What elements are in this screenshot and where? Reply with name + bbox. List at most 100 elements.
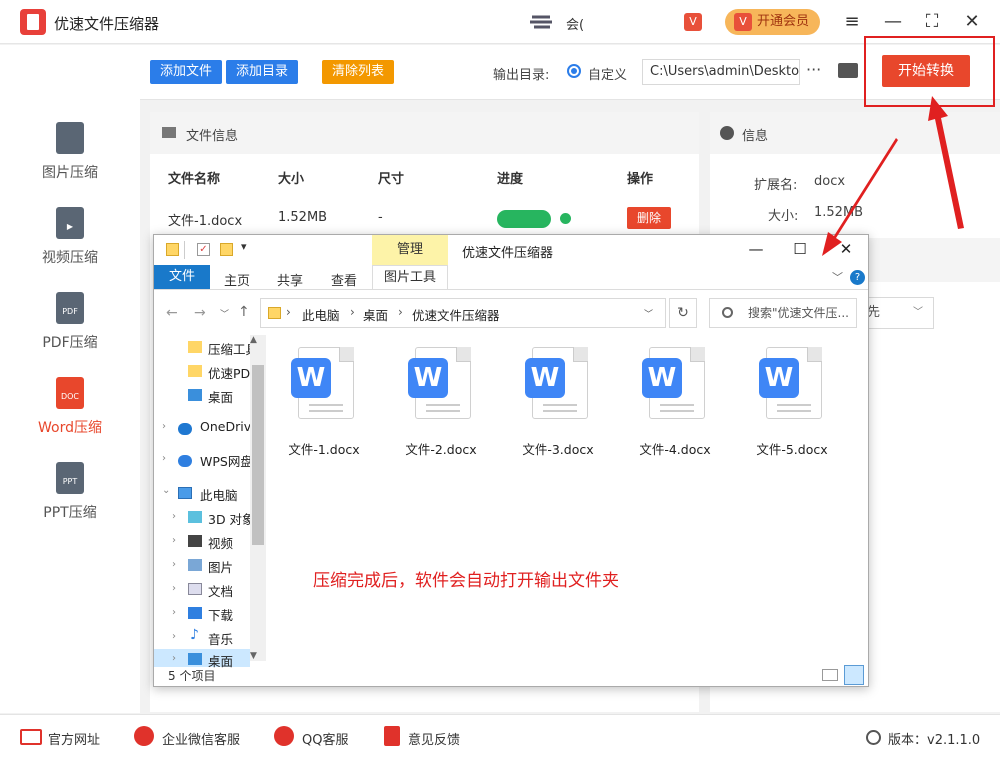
wps-word-icon: W <box>408 358 448 398</box>
size-value: 1.52MB <box>814 205 864 220</box>
scroll-down-icon[interactable]: ▼ <box>250 651 257 661</box>
refresh-icon[interactable] <box>866 730 881 745</box>
more-icon[interactable]: ··· <box>806 60 821 79</box>
website-icon <box>20 729 42 745</box>
wechat-service-link[interactable]: 企业微信客服 <box>162 729 240 748</box>
tree-item[interactable]: 桌面 <box>208 387 233 406</box>
user-avatar-icon[interactable] <box>528 12 558 32</box>
maximize-icon[interactable]: ☐ <box>788 239 812 259</box>
qq-service-link[interactable]: QQ客服 <box>302 729 348 748</box>
tree-item[interactable]: 音乐 <box>208 629 233 648</box>
chevron-down-icon[interactable]: ⌄ <box>162 485 170 496</box>
forward-arrow-icon[interactable]: → <box>194 305 206 321</box>
chevron-right-icon: › <box>286 305 291 319</box>
tree-item[interactable]: OneDrive <box>200 419 250 434</box>
minimize-icon[interactable]: — <box>744 239 768 259</box>
clear-list-button[interactable]: 清除列表 <box>322 60 394 84</box>
ribbon-tab-share[interactable]: 共享 <box>277 270 303 289</box>
chevron-right-icon[interactable]: › <box>172 607 176 618</box>
tree-item[interactable]: 文档 <box>208 581 233 600</box>
menu-icon[interactable]: ≡ <box>840 10 864 34</box>
chevron-down-icon[interactable]: ﹀ <box>832 269 843 285</box>
file-item[interactable]: W 文件-4.docx <box>619 347 731 457</box>
scrollbar-thumb[interactable] <box>252 365 264 545</box>
tree-item[interactable]: 优速PD <box>208 363 250 382</box>
sidebar-item-word[interactable]: DOC Word压缩 <box>0 377 140 457</box>
chevron-right-icon[interactable]: › <box>172 559 176 570</box>
properties-icon[interactable]: ✓ <box>197 243 210 256</box>
customize-dropdown-icon[interactable]: ▾ <box>241 240 247 253</box>
tree-item[interactable]: 图片 <box>208 557 233 576</box>
website-link[interactable]: 官方网址 <box>48 729 100 748</box>
chevron-right-icon[interactable]: › <box>172 583 176 594</box>
file-item[interactable]: W 文件-2.docx <box>385 347 497 457</box>
folder-icon[interactable] <box>166 243 179 256</box>
close-icon[interactable]: ✕ <box>960 10 984 34</box>
ribbon-tab-view[interactable]: 查看 <box>331 270 357 289</box>
column-header-name: 文件名称 <box>168 172 221 187</box>
custom-radio-label[interactable]: 自定义 <box>588 64 627 83</box>
file-item[interactable]: W 文件-5.docx <box>736 347 848 457</box>
chevron-right-icon: › <box>350 305 355 319</box>
up-arrow-icon[interactable]: ↑ <box>238 304 250 320</box>
tree-item[interactable]: 视频 <box>208 533 233 552</box>
user-name[interactable]: 会( <box>566 14 584 33</box>
breadcrumb-item[interactable]: 桌面 <box>363 305 388 324</box>
details-view-icon[interactable] <box>822 669 838 681</box>
explorer-title: 优速文件压缩器 <box>462 246 554 261</box>
breadcrumb-item[interactable]: 优速文件压缩器 <box>412 305 500 324</box>
back-arrow-icon[interactable]: ← <box>166 305 178 321</box>
scroll-up-icon[interactable]: ▲ <box>250 335 257 345</box>
new-folder-icon[interactable] <box>220 243 233 256</box>
address-dropdown-icon[interactable]: ﹀ <box>644 307 653 320</box>
sidebar-item-image[interactable]: 图片压缩 <box>0 122 140 202</box>
sidebar-item-pdf[interactable]: PDF PDF压缩 <box>0 292 140 372</box>
doc-lines <box>426 404 460 406</box>
sidebar-item-video[interactable]: ▶ 视频压缩 <box>0 207 140 287</box>
chevron-right-icon[interactable]: › <box>172 535 176 546</box>
add-directory-button[interactable]: 添加目录 <box>226 60 298 84</box>
chevron-right-icon[interactable]: › <box>162 421 166 432</box>
file-item[interactable]: W 文件-1.docx <box>268 347 380 457</box>
open-folder-icon[interactable] <box>838 63 858 78</box>
chevron-right-icon[interactable]: › <box>162 453 166 464</box>
large-icons-view-icon[interactable] <box>844 665 864 685</box>
version-label: 版本：v2.1.1.0 <box>888 733 981 748</box>
delete-button[interactable]: 删除 <box>627 207 671 229</box>
chevron-right-icon[interactable]: › <box>172 653 176 664</box>
app-logo-icon <box>20 9 46 35</box>
chevron-right-icon[interactable]: › <box>172 511 176 522</box>
tree-item[interactable]: WPS网盘 <box>200 451 250 470</box>
feedback-link[interactable]: 意见反馈 <box>408 729 460 748</box>
tree-item[interactable]: 压缩工具 <box>208 339 250 358</box>
file-item[interactable]: W 文件-3.docx <box>502 347 614 457</box>
close-icon[interactable]: ✕ <box>834 239 858 259</box>
explorer-window: ✓ ▾ 管理 优速文件压缩器 — ☐ ✕ 文件 主页 共享 查看 图片工具 ﹀ … <box>153 234 869 687</box>
separator <box>184 241 185 259</box>
sidebar-item-ppt[interactable]: PPT PPT压缩 <box>0 462 140 542</box>
help-icon[interactable]: ? <box>850 270 865 285</box>
ribbon-tab-picture-tools[interactable]: 图片工具 <box>372 265 448 289</box>
tree-item[interactable]: 此电脑 <box>200 485 238 504</box>
tree-item[interactable]: 下载 <box>208 605 233 624</box>
start-convert-button[interactable]: 开始转换 <box>882 55 970 87</box>
maximize-icon[interactable]: ⛶ <box>920 10 944 34</box>
file-name: 文件-2.docx <box>405 442 477 457</box>
breadcrumb-item[interactable]: 此电脑 <box>302 305 340 324</box>
wps-word-icon: W <box>291 358 331 398</box>
chevron-right-icon[interactable]: › <box>172 631 176 642</box>
ribbon-tab-file[interactable]: 文件 <box>154 265 210 289</box>
annotation-note: 压缩完成后，软件会自动打开输出文件夹 <box>313 571 619 591</box>
custom-radio[interactable] <box>567 64 581 78</box>
tree-item[interactable]: 3D 对象 <box>208 509 250 528</box>
add-file-button[interactable]: 添加文件 <box>150 60 222 84</box>
doc-lines <box>660 404 694 406</box>
chevron-right-icon: › <box>398 305 403 319</box>
manage-context-tab[interactable]: 管理 <box>372 235 448 265</box>
recent-dropdown-icon[interactable]: ﹀ <box>220 307 229 320</box>
minimize-icon[interactable]: — <box>881 10 905 34</box>
column-header-dimension: 尺寸 <box>378 172 405 187</box>
output-path-input[interactable]: C:\Users\admin\Deskto <box>642 59 800 85</box>
ribbon-tab-home[interactable]: 主页 <box>224 270 250 289</box>
refresh-icon[interactable]: ↻ <box>669 298 697 328</box>
